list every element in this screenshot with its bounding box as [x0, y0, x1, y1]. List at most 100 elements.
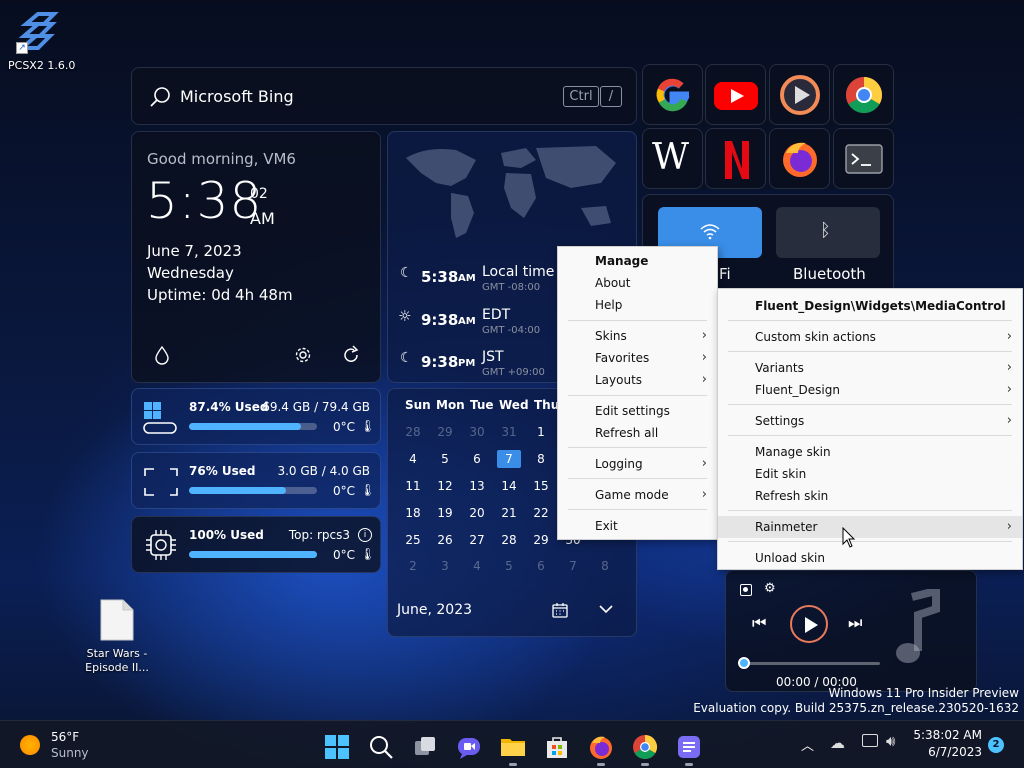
calendar-day[interactable]: 7: [497, 450, 521, 468]
calendar-day[interactable]: 6: [465, 452, 489, 466]
cpu-detail-text: Top: rpcs3: [288, 528, 350, 542]
google-tile[interactable]: [642, 64, 703, 125]
store-button[interactable]: [544, 734, 570, 760]
chat-button[interactable]: [456, 734, 482, 760]
menu-item-edit-settings[interactable]: Edit settings: [558, 400, 717, 422]
menu-item-help[interactable]: Help: [558, 294, 717, 316]
network-icon[interactable]: [862, 734, 878, 747]
menu-item-game-mode[interactable]: Game mode ›: [558, 484, 717, 506]
youtube-tile[interactable]: [705, 64, 766, 125]
menu-item-label: Refresh skin: [755, 489, 829, 503]
calendar-day[interactable]: 11: [401, 479, 425, 493]
calendar-day[interactable]: 27: [465, 533, 489, 547]
menu-item-edit-skin[interactable]: Edit skin: [718, 463, 1022, 485]
menu-item-refresh-skin[interactable]: Refresh skin: [718, 485, 1022, 507]
media-progress-track[interactable]: [744, 662, 880, 665]
terminal-tile[interactable]: [833, 128, 894, 189]
gear-icon[interactable]: [294, 346, 312, 364]
notification-badge[interactable]: 2: [988, 737, 1004, 753]
notes-app-button[interactable]: [676, 734, 702, 760]
volume-icon[interactable]: 🔊︎: [886, 732, 895, 750]
chrome-taskbar-button[interactable]: [632, 734, 658, 760]
calendar-day[interactable]: 25: [401, 533, 425, 547]
taskbar-search-button[interactable]: [368, 734, 394, 760]
netflix-tile[interactable]: [705, 128, 766, 189]
task-view-button[interactable]: [412, 734, 438, 760]
cloud-offline-icon[interactable]: ☁: [830, 734, 845, 752]
menu-item-rainmeter[interactable]: Rainmeter ›: [718, 516, 1022, 538]
menu-item-refresh-all[interactable]: Refresh all: [558, 422, 717, 444]
media-app-icon[interactable]: [740, 584, 752, 596]
calendar-day[interactable]: 2: [401, 559, 425, 573]
previous-track-icon[interactable]: ⏮︎: [752, 613, 766, 633]
calendar-day[interactable]: 31: [497, 425, 521, 439]
calendar-day[interactable]: 30: [465, 425, 489, 439]
calendar-day[interactable]: 8: [593, 559, 617, 573]
calendar-day[interactable]: 4: [465, 559, 489, 573]
chrome-tile[interactable]: [833, 64, 894, 125]
next-track-icon[interactable]: ⏭︎: [848, 613, 862, 633]
calendar-day[interactable]: 14: [497, 479, 521, 493]
calendar-icon[interactable]: [552, 602, 568, 618]
calendar-day[interactable]: 15: [529, 479, 553, 493]
menu-item-manage-skin[interactable]: Manage skin: [718, 441, 1022, 463]
chevron-right-icon: ›: [1006, 329, 1012, 344]
calendar-day[interactable]: 3: [433, 559, 457, 573]
calendar-day[interactable]: 4: [401, 452, 425, 466]
calendar-day[interactable]: 1: [529, 425, 553, 439]
firefox-taskbar-button[interactable]: [588, 734, 614, 760]
bluetooth-toggle[interactable]: ᛒ: [776, 207, 880, 258]
menu-item-variants[interactable]: Variants ›: [718, 357, 1022, 379]
media-player-tile[interactable]: [769, 64, 830, 125]
calendar-day[interactable]: 18: [401, 506, 425, 520]
info-icon[interactable]: i: [358, 528, 372, 542]
calendar-day[interactable]: 28: [401, 425, 425, 439]
menu-item-exit[interactable]: Exit: [558, 515, 717, 537]
calendar-day[interactable]: 7: [561, 559, 585, 573]
chevron-down-icon[interactable]: [599, 604, 613, 614]
calendar-day[interactable]: 20: [465, 506, 489, 520]
refresh-icon[interactable]: [341, 345, 361, 365]
file-explorer-button[interactable]: [500, 734, 526, 760]
bluetooth-icon: ᛒ: [820, 220, 831, 241]
start-button[interactable]: [324, 734, 350, 760]
calendar-day[interactable]: 22: [529, 506, 553, 520]
calendar-day[interactable]: 29: [529, 533, 553, 547]
menu-item-manage[interactable]: Manage: [558, 250, 717, 272]
menu-item-settings[interactable]: Settings ›: [718, 410, 1022, 432]
calendar-day[interactable]: 5: [433, 452, 457, 466]
clock-widget: Good morning, VM6 5:38 02 AM June 7, 202…: [131, 131, 381, 383]
droplet-icon[interactable]: [154, 345, 170, 365]
clock-time[interactable]: 5:38:02 AM: [913, 728, 982, 742]
pcsx2-desktop-icon[interactable]: ↗ PCSX2 1.6.0: [8, 10, 75, 74]
calendar-day[interactable]: 8: [529, 452, 553, 466]
menu-item-layouts[interactable]: Layouts ›: [558, 369, 717, 391]
calendar-day[interactable]: 28: [497, 533, 521, 547]
calendar-day[interactable]: 26: [433, 533, 457, 547]
calendar-day[interactable]: 21: [497, 506, 521, 520]
clock-date[interactable]: 6/7/2023: [928, 745, 982, 759]
menu-item-unload-skin[interactable]: Unload skin: [718, 547, 1022, 569]
search-bar[interactable]: Microsoft Bing Ctrl /: [131, 67, 637, 125]
firefox-tile[interactable]: [769, 128, 830, 189]
wikipedia-tile[interactable]: W: [642, 128, 703, 189]
calendar-day[interactable]: 6: [529, 559, 553, 573]
menu-item-fluent-design[interactable]: Fluent_Design ›: [718, 379, 1022, 401]
play-button[interactable]: [790, 605, 828, 643]
weather-widget[interactable]: 56°F Sunny: [12, 727, 102, 763]
menu-item-logging[interactable]: Logging ›: [558, 453, 717, 475]
media-progress-knob[interactable]: [738, 657, 750, 669]
calendar-day[interactable]: 5: [497, 559, 521, 573]
menu-item-custom-skin-actions[interactable]: Custom skin actions ›: [718, 326, 1022, 348]
star-wars-file-icon[interactable]: Star Wars - Episode II...: [80, 596, 154, 678]
calendar-day[interactable]: 19: [433, 506, 457, 520]
media-settings-icon[interactable]: ⚙: [764, 581, 776, 596]
calendar-day[interactable]: 12: [433, 479, 457, 493]
show-hidden-icons-button[interactable]: ︿: [801, 735, 814, 754]
clock-weekday: Wednesday: [147, 264, 234, 282]
menu-item-about[interactable]: About: [558, 272, 717, 294]
calendar-day[interactable]: 13: [465, 479, 489, 493]
menu-item-favorites[interactable]: Favorites ›: [558, 347, 717, 369]
calendar-day[interactable]: 29: [433, 425, 457, 439]
menu-item-skins[interactable]: Skins ›: [558, 325, 717, 347]
